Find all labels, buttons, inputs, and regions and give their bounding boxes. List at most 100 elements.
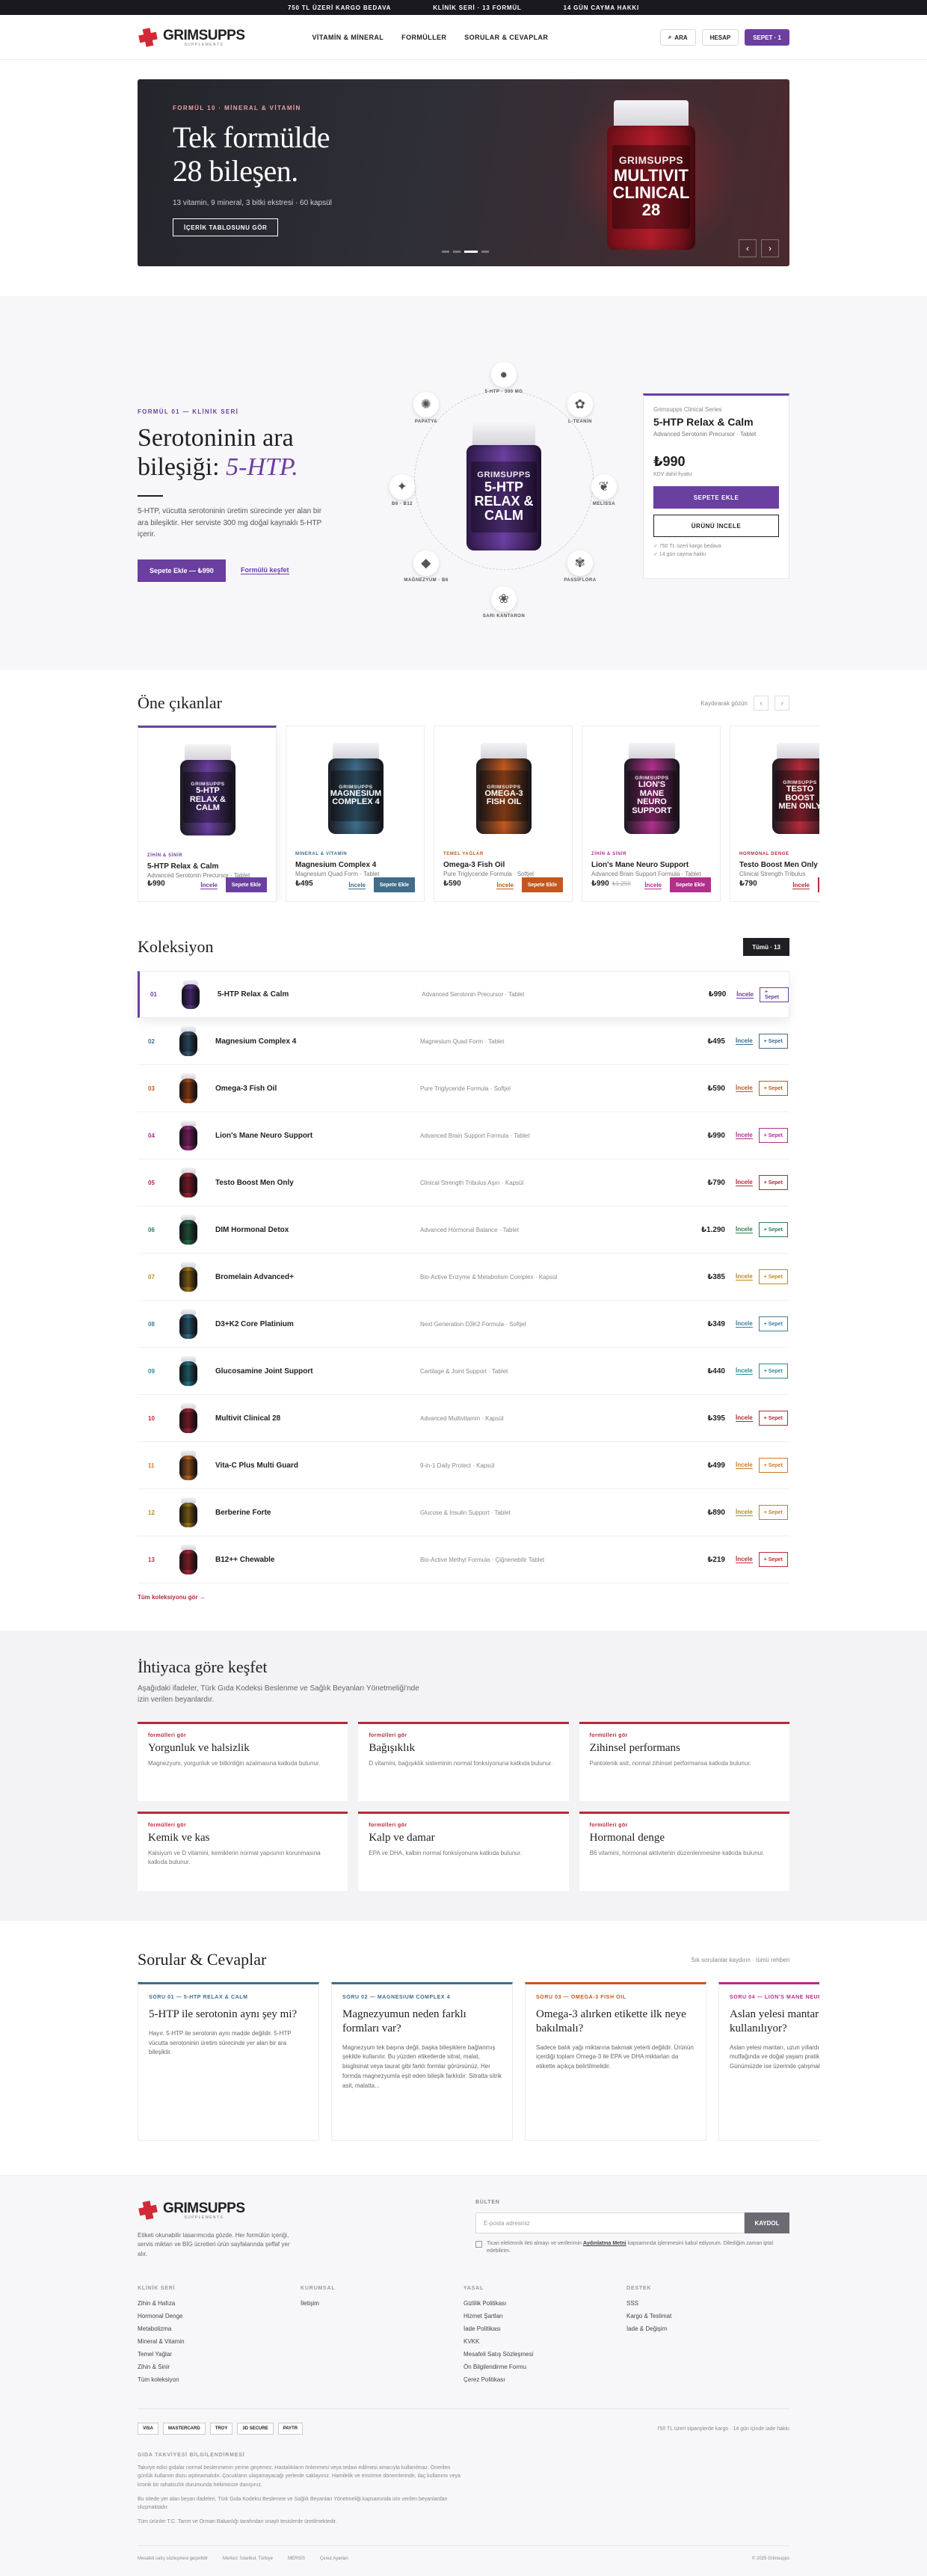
footer-link[interactable]: Kargo & Teslimat — [626, 2313, 789, 2319]
nav-faq[interactable]: SORULAR & CEVAPLAR — [464, 34, 548, 41]
nav-vitamin-mineral[interactable]: VİTAMİN & MİNERAL — [312, 34, 384, 41]
faq-card[interactable]: SORU 03 — OMEGA-3 FISH OIL Omega-3 alırk… — [525, 1982, 706, 2141]
slide-dot[interactable] — [453, 251, 461, 253]
faq-hint[interactable]: Sık sorulanlar kaydırın · tümü rehberi — [691, 1957, 789, 1963]
collection-row[interactable]: 05 Testo Boost Men Only Clinical Strength… — [138, 1159, 789, 1206]
footer-link[interactable]: Çerez Politikası — [464, 2376, 626, 2383]
spotlight-buy-button[interactable]: Sepete Ekle — ₺990 — [138, 559, 226, 582]
footer-link[interactable]: Hizmet Şartları — [464, 2313, 626, 2319]
row-add-button[interactable]: + Sepet — [759, 987, 789, 1002]
collection-row[interactable]: 02 Magnesium Complex 4 Magnesium Quad For… — [138, 1018, 789, 1065]
consent-link[interactable]: Aydınlatma Metni — [583, 2241, 626, 2246]
view-link[interactable]: İncele — [200, 882, 218, 889]
slide-dot[interactable] — [442, 251, 449, 253]
nav-formuller[interactable]: FORMÜLLER — [401, 34, 446, 41]
collection-row[interactable]: 07 Bromelain Advanced+ Bio-Active Enzyme … — [138, 1254, 789, 1301]
view-link[interactable]: İncele — [644, 882, 662, 889]
footer-link[interactable]: Zihin & Sinir — [138, 2364, 301, 2370]
slide-dot[interactable] — [481, 251, 489, 253]
collection-all-button[interactable]: Tümü · 13 — [743, 938, 789, 956]
hero-prev-button[interactable]: ‹ — [739, 239, 757, 257]
need-card[interactable]: formülleri gör Hormonal denge B6 vitamin… — [579, 1812, 789, 1891]
consent-checkbox[interactable] — [475, 2241, 482, 2248]
row-view-link[interactable]: İncele — [736, 1556, 753, 1563]
row-view-link[interactable]: İncele — [736, 1179, 753, 1186]
collection-row[interactable]: 10 Multivit Clinical 28 Advanced Multivit… — [138, 1395, 789, 1442]
collection-row[interactable]: 01 5-HTP Relax & Calm Advanced Serotonin … — [138, 971, 789, 1018]
view-product-button[interactable]: ÜRÜNÜ İNCELE — [653, 515, 779, 537]
footer-link[interactable]: Metabolizma — [138, 2325, 301, 2332]
footer-link[interactable]: Zihin & Hafıza — [138, 2300, 301, 2307]
cart-button[interactable]: SEPET · 1 — [745, 29, 789, 46]
add-to-cart-button[interactable]: Sepete Ekle — [521, 877, 563, 892]
collection-row[interactable]: 09 Glucosamine Joint Support Cartilage & … — [138, 1348, 789, 1395]
row-view-link[interactable]: İncele — [736, 1273, 753, 1281]
row-view-link[interactable]: İncele — [736, 1367, 753, 1375]
need-card[interactable]: formülleri gör Bağışıklık D vitamini, ba… — [358, 1722, 569, 1801]
collection-row[interactable]: 08 D3+K2 Core Platinium Next Generation D… — [138, 1301, 789, 1348]
featured-prev-button[interactable]: ‹ — [754, 696, 769, 711]
row-view-link[interactable]: İncele — [736, 1226, 753, 1233]
faq-card[interactable]: SORU 01 — 5-HTP RELAX & CALM 5-HTP ile s… — [138, 1982, 319, 2141]
add-to-cart-button[interactable]: Sepete Ekle — [225, 877, 267, 892]
collection-row[interactable]: 11 Vita-C Plus Multi Guard 9-in-1 Daily P… — [138, 1442, 789, 1489]
row-view-link[interactable]: İncele — [736, 1085, 753, 1092]
row-add-button[interactable]: + Sepet — [758, 1128, 788, 1143]
row-view-link[interactable]: İncele — [736, 1462, 753, 1469]
row-add-button[interactable]: + Sepet — [758, 1034, 788, 1049]
collection-row[interactable]: 06 DIM Hormonal Detox Advanced Hormonal B… — [138, 1206, 789, 1254]
row-view-link[interactable]: İncele — [736, 1320, 753, 1328]
newsletter-email-input[interactable]: E-posta adresiniz — [475, 2212, 745, 2233]
need-card[interactable]: formülleri gör Yorgunluk ve halsizlik Ma… — [138, 1722, 348, 1801]
row-add-button[interactable]: + Sepet — [758, 1552, 788, 1567]
row-add-button[interactable]: + Sepet — [758, 1505, 788, 1520]
row-add-button[interactable]: + Sepet — [758, 1269, 788, 1284]
see-all-link[interactable]: Tüm koleksiyonu gör → — [138, 1594, 789, 1601]
add-to-cart-button[interactable]: Sepete Ekle — [373, 877, 415, 892]
featured-product-card[interactable]: GRIMSUPPS OMEGA-3 FISH OIL TEMEL YAĞLAR Om… — [434, 726, 573, 902]
featured-product-card[interactable]: GRIMSUPPS 5-HTP RELAX & CALM ZİHİN & SİNİR… — [138, 726, 277, 902]
hero-next-button[interactable]: › — [761, 239, 779, 257]
footer-link[interactable]: Tüm koleksiyon — [138, 2376, 301, 2383]
footer-logo[interactable]: GRIMSUPPS SUPPLEMENTS — [138, 2200, 291, 2221]
row-view-link[interactable]: İncele — [736, 991, 754, 999]
footer-bottom-link[interactable]: Çerez Ayarları — [320, 2557, 348, 2561]
search-button[interactable]: ⌕ ARA — [659, 29, 696, 46]
need-card[interactable]: formülleri gör Kalp ve damar EPA ve DHA,… — [358, 1812, 569, 1891]
featured-carousel[interactable]: GRIMSUPPS 5-HTP RELAX & CALM ZİHİN & SİNİR… — [138, 726, 819, 902]
featured-next-button[interactable]: › — [774, 696, 789, 711]
row-view-link[interactable]: İncele — [736, 1414, 753, 1422]
row-view-link[interactable]: İncele — [736, 1037, 753, 1045]
faq-card[interactable]: SORU 02 — MAGNESIUM COMPLEX 4 Magnezyumu… — [331, 1982, 513, 2141]
row-view-link[interactable]: İncele — [736, 1509, 753, 1516]
newsletter-submit-button[interactable]: KAYDOL — [745, 2212, 789, 2233]
row-view-link[interactable]: İncele — [736, 1132, 753, 1139]
footer-link[interactable]: Ön Bilgilendirme Formu — [464, 2364, 626, 2370]
row-add-button[interactable]: + Sepet — [758, 1364, 788, 1379]
faq-carousel[interactable]: SORU 01 — 5-HTP RELAX & CALM 5-HTP ile s… — [138, 1982, 819, 2141]
featured-product-card[interactable]: GRIMSUPPS LION'S MANE NEURO SUPPORT ZİHİN … — [582, 726, 721, 902]
brand-logo[interactable]: GRIMSUPPS SUPPLEMENTS — [138, 27, 245, 48]
view-link[interactable]: İncele — [496, 882, 514, 889]
row-add-button[interactable]: + Sepet — [758, 1081, 788, 1096]
footer-link[interactable]: KVKK — [464, 2338, 626, 2345]
row-add-button[interactable]: + Sepet — [758, 1411, 788, 1426]
row-add-button[interactable]: + Sepet — [758, 1458, 788, 1473]
row-add-button[interactable]: + Sepet — [758, 1316, 788, 1331]
account-button[interactable]: HESAP — [701, 29, 739, 46]
slide-dot-active[interactable] — [464, 251, 478, 253]
add-to-cart-button[interactable]: SEPETE EKLE — [653, 486, 779, 509]
add-to-cart-button[interactable]: Sepete Ekle — [817, 877, 819, 892]
footer-link[interactable]: SSS — [626, 2300, 789, 2307]
spotlight-more-link[interactable]: Formülü keşfet — [241, 566, 289, 574]
add-to-cart-button[interactable]: Sepete Ekle — [669, 877, 711, 892]
row-add-button[interactable]: + Sepet — [758, 1175, 788, 1190]
footer-link[interactable]: Temel Yağlar — [138, 2351, 301, 2358]
footer-link[interactable]: Mesafeli Satış Sözleşmesi — [464, 2351, 626, 2358]
footer-bottom-link[interactable]: MERSİS — [288, 2557, 305, 2561]
hero-cta-button[interactable]: İÇERİK TABLOSUNU GÖR — [173, 218, 279, 236]
view-link[interactable]: İncele — [792, 882, 810, 889]
row-add-button[interactable]: + Sepet — [758, 1222, 788, 1237]
need-card[interactable]: formülleri gör Zihinsel performans Panto… — [579, 1722, 789, 1801]
footer-link[interactable]: İade Politikası — [464, 2325, 626, 2332]
